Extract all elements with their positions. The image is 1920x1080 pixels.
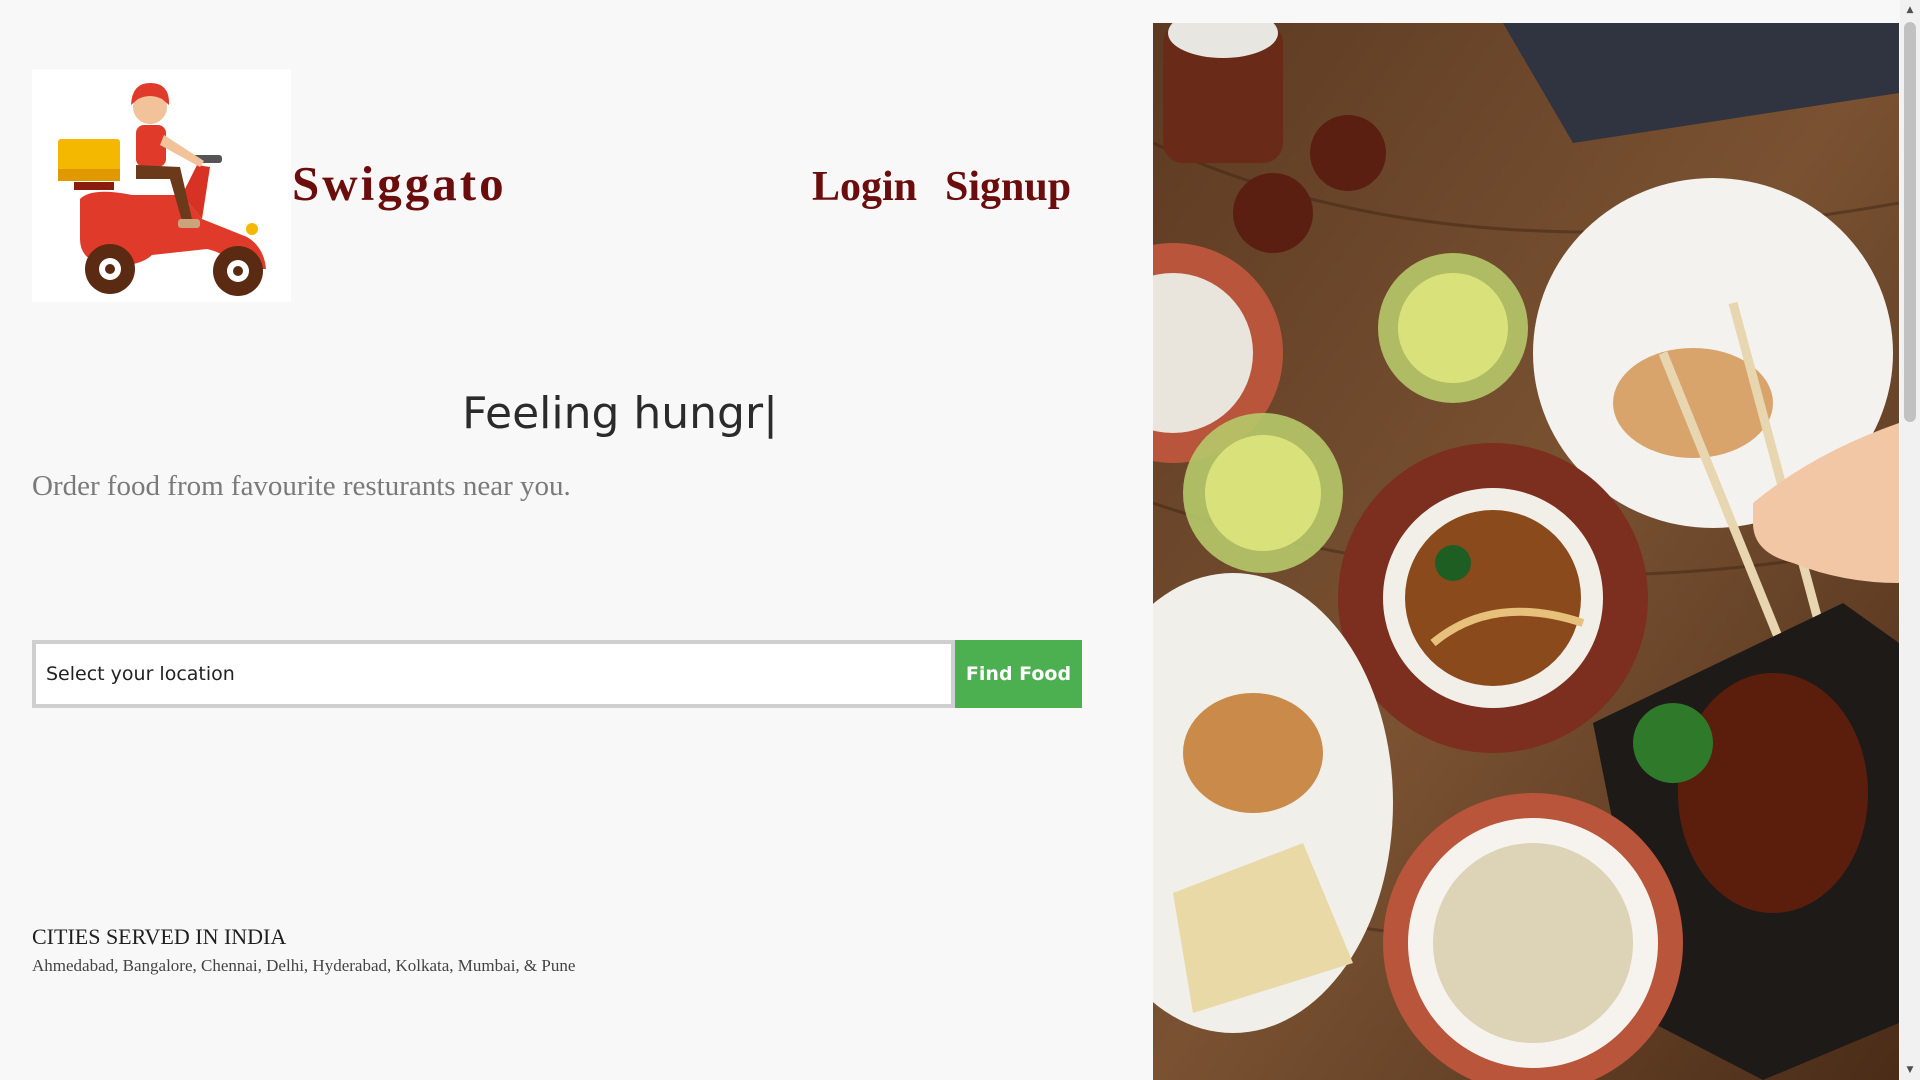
brand-name: Swiggato [292,156,507,211]
find-food-button[interactable]: Find Food [955,640,1082,708]
page-scrollbar[interactable]: ▲ ▼ [1900,0,1920,1080]
cities-heading: CITIES SERVED IN INDIA [32,924,287,949]
location-input[interactable] [32,640,955,708]
scroll-down-icon[interactable]: ▼ [1900,1062,1920,1078]
scroll-up-icon[interactable]: ▲ [1900,2,1920,18]
food-table-photo [1153,23,1899,1080]
page: Swiggato Login Signup Feeling hungr| Ord… [0,0,1920,1080]
scroll-thumb[interactable] [1904,22,1916,422]
typing-headline: Feeling hungr| [462,388,778,439]
tagline: Order food from favourite resturants nea… [32,470,571,502]
login-link[interactable]: Login [812,163,917,211]
cities-list: Ahmedabad, Bangalore, Chennai, Delhi, Hy… [32,956,576,975]
left-panel: Swiggato Login Signup Feeling hungr| Ord… [0,0,1152,1080]
signup-link[interactable]: Signup [945,163,1071,211]
food-photo-illustration [1153,23,1899,1080]
location-search: Find Food [32,640,1082,708]
delivery-scooter-icon [58,83,266,296]
logo[interactable] [32,69,291,302]
